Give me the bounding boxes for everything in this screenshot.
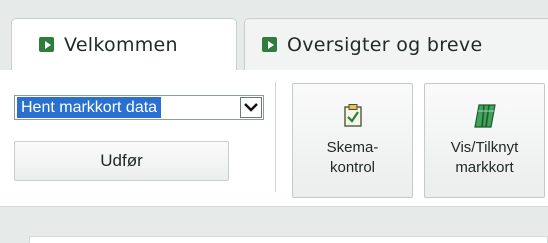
tab-label: Oversigter og breve bbox=[287, 33, 483, 56]
clipboard-check-icon bbox=[343, 102, 362, 128]
schema-check-button[interactable]: Skema- kontrol bbox=[292, 83, 413, 198]
schema-check-label-line2: kontrol bbox=[329, 159, 376, 176]
field-map-icon bbox=[473, 102, 497, 128]
action-select[interactable]: Hent markkort data bbox=[14, 95, 264, 120]
tab-label: Velkommen bbox=[64, 33, 178, 56]
tab-bar: Velkommen Oversigter og breve bbox=[0, 0, 548, 70]
arrow-right-icon bbox=[262, 37, 277, 52]
toolbar-panel: Hent markkort data Udfør Skema- kontrol bbox=[0, 70, 548, 207]
field-map-label-line1: Vis/Tilknyt bbox=[450, 139, 519, 156]
schema-check-label-line1: Skema- bbox=[326, 139, 379, 156]
action-select-value: Hent markkort data bbox=[17, 97, 162, 118]
arrow-right-icon bbox=[39, 37, 54, 52]
schema-check-label: Skema- kontrol bbox=[327, 138, 379, 178]
tab-oversigter-og-breve[interactable]: Oversigter og breve bbox=[244, 18, 548, 70]
content-panel bbox=[29, 236, 548, 243]
toolbar-divider bbox=[275, 82, 276, 192]
run-button[interactable]: Udfør bbox=[14, 141, 229, 181]
field-map-label: Vis/Tilknyt markkort bbox=[451, 138, 519, 178]
tab-velkommen[interactable]: Velkommen bbox=[11, 18, 237, 70]
field-map-label-line2: markkort bbox=[455, 159, 514, 176]
chevron-down-icon[interactable] bbox=[240, 97, 262, 118]
view-link-field-map-button[interactable]: Vis/Tilknyt markkort bbox=[424, 83, 545, 198]
